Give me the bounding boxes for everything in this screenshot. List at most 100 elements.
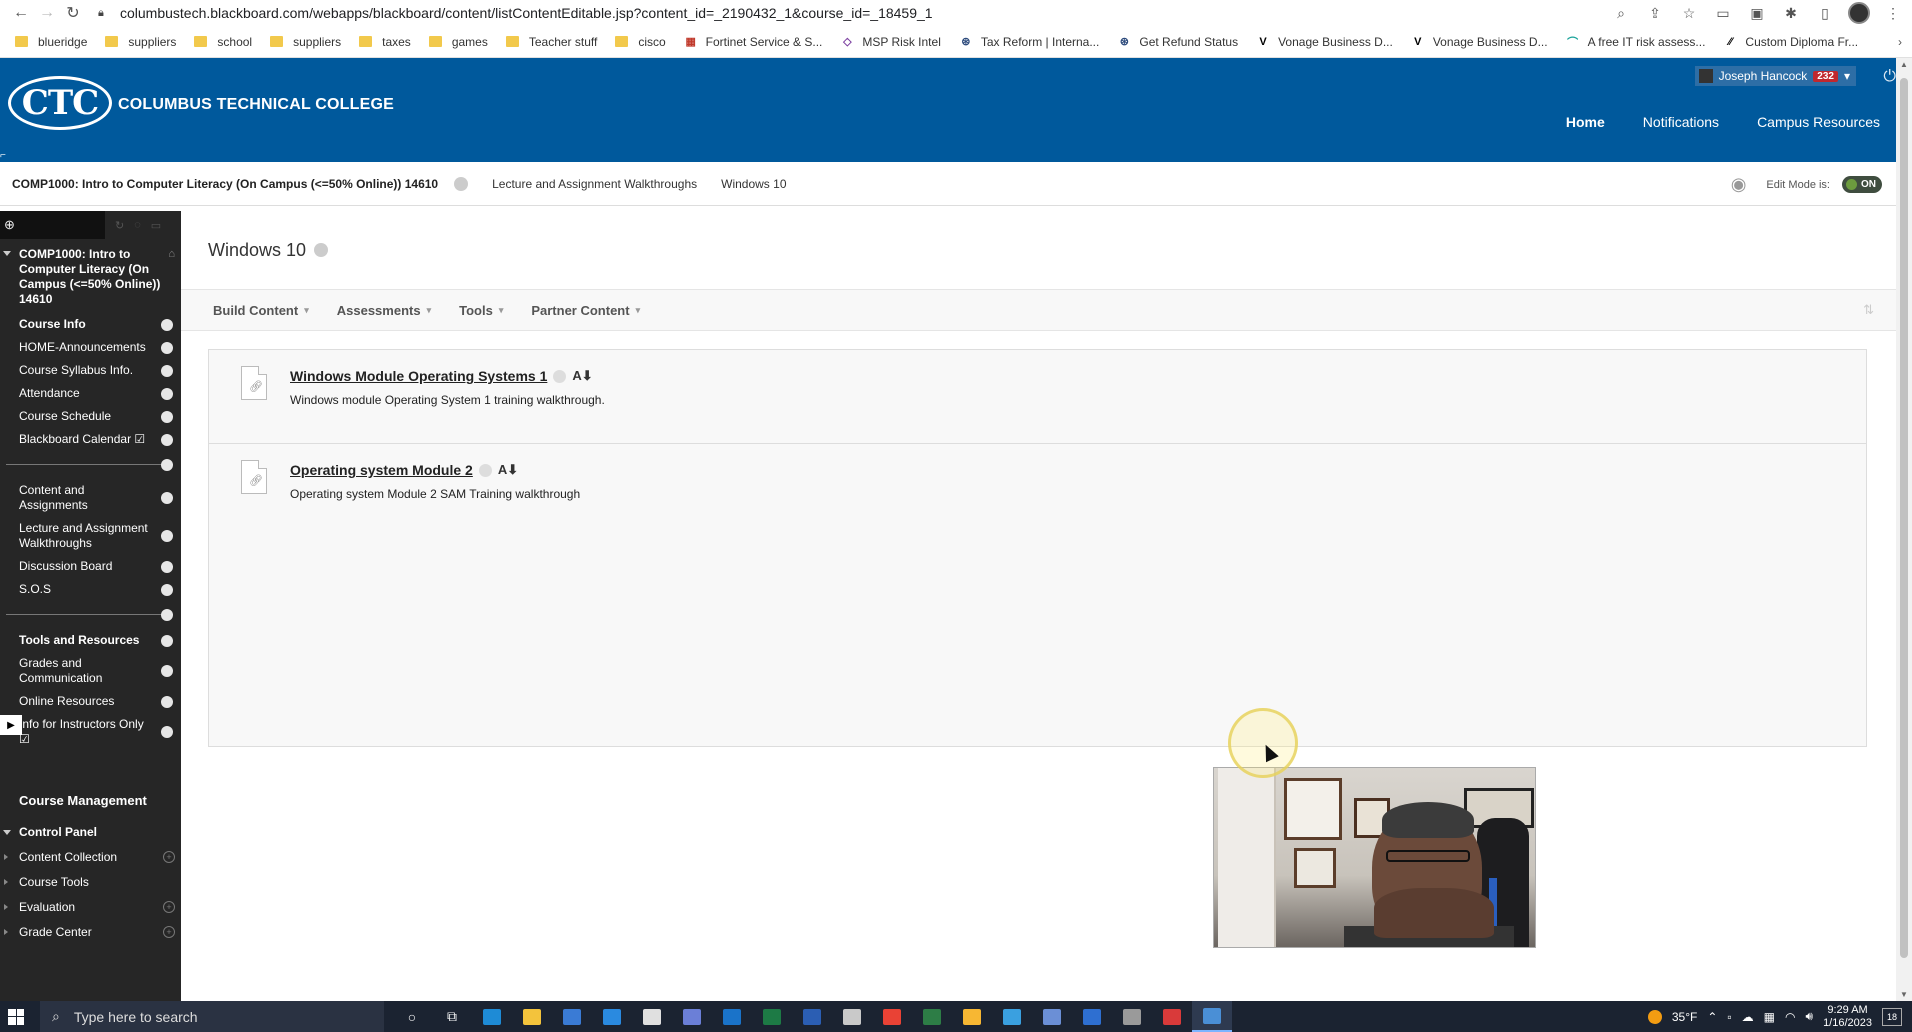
bookmarks-overflow-icon[interactable]: › [1898, 35, 1906, 49]
nav-notifications[interactable]: Notifications [1643, 114, 1719, 130]
item-options-icon[interactable] [161, 583, 173, 596]
bookmark-item[interactable]: taxes [350, 30, 420, 54]
item-options-icon[interactable] [161, 726, 173, 738]
tray-app-icon[interactable]: ▫ [1727, 1010, 1731, 1024]
sort-icon[interactable]: ⇅ [1863, 302, 1874, 318]
weather-app-icon[interactable] [952, 1001, 992, 1032]
bookmark-item[interactable]: ⊛ Tax Reform | Interna... [950, 30, 1109, 54]
zoom-icon[interactable]: ⌕ [1610, 5, 1632, 22]
teams-icon[interactable] [672, 1001, 712, 1032]
collapsed-triangle-icon[interactable] [4, 929, 8, 935]
edit-mode-toggle[interactable]: ON [1842, 176, 1882, 193]
scroll-thumb[interactable] [1900, 78, 1908, 958]
bookmark-item[interactable]: ⁄⁄ Custom Diploma Fr... [1714, 30, 1867, 54]
display-mode-icon[interactable]: ◌ [134, 219, 141, 231]
sidebar-item[interactable]: Attendance [0, 382, 181, 405]
content-item-title[interactable]: Operating system Module 2 [290, 462, 473, 478]
item-options-icon[interactable] [161, 492, 173, 504]
item-options-icon[interactable] [161, 459, 173, 471]
file-explorer-icon[interactable] [512, 1001, 552, 1032]
sidebar-item[interactable]: Tools and Resources [0, 629, 181, 652]
sidebar-item[interactable]: Content and Assignments [0, 479, 181, 517]
bookmark-item[interactable]: Teacher stuff [497, 30, 606, 54]
sidebar-item[interactable]: Grades and Communication [0, 652, 181, 690]
bookmark-item[interactable]: ⌒ A free IT risk assess... [1557, 30, 1715, 54]
app-icon[interactable] [832, 1001, 872, 1032]
action-menu-button[interactable]: Build Content ▾ [213, 303, 309, 318]
cortana-icon[interactable]: ○ [392, 1001, 432, 1032]
breadcrumb-course[interactable]: COMP1000: Intro to Computer Literacy (On… [12, 177, 438, 191]
bookmark-item[interactable]: suppliers [96, 30, 185, 54]
item-options-icon[interactable] [161, 410, 173, 423]
cast-icon[interactable]: ▭ [1712, 5, 1734, 22]
project-icon[interactable] [912, 1001, 952, 1032]
refresh-icon[interactable]: ↻ [115, 219, 124, 232]
bookmark-item[interactable]: ◇ MSP Risk Intel [831, 30, 949, 54]
volume-icon[interactable]: 🔊︎ [1806, 1009, 1814, 1024]
nav-campus-resources[interactable]: Campus Resources [1757, 114, 1880, 130]
tool-handle-icon[interactable]: ⌐ [0, 150, 6, 161]
taskbar-search[interactable]: ⌕ Type here to search [40, 1001, 384, 1032]
bookmark-item[interactable]: blueridge [6, 30, 96, 54]
control-panel-item[interactable]: Control Panel [0, 820, 181, 845]
edge-icon[interactable] [472, 1001, 512, 1032]
back-icon[interactable]: ← [8, 4, 34, 22]
scroll-down-icon[interactable]: ▼ [1900, 990, 1908, 999]
user-menu[interactable]: Joseph Hancock 232 ▾ [1694, 66, 1856, 86]
outlook-icon[interactable] [712, 1001, 752, 1032]
word-icon[interactable] [792, 1001, 832, 1032]
add-icon[interactable]: + [163, 901, 175, 913]
settings-icon[interactable] [1112, 1001, 1152, 1032]
item-options-icon[interactable] [553, 369, 567, 383]
item-options-icon[interactable] [161, 695, 173, 708]
start-button[interactable] [0, 1001, 32, 1032]
extensions-icon[interactable]: ✱ [1780, 5, 1802, 22]
item-options-icon[interactable] [161, 634, 173, 647]
scroll-up-icon[interactable]: ▲ [1900, 60, 1908, 69]
action-menu-button[interactable]: Tools ▾ [459, 303, 503, 318]
sidebar-item[interactable]: Info for Instructors Only ☑ ▶ [0, 713, 181, 751]
control-panel-item[interactable]: Content Collection + [0, 845, 181, 870]
url-field[interactable]: columbustech.blackboard.com/webapps/blac… [120, 5, 1610, 21]
ie-icon[interactable] [992, 1001, 1032, 1032]
item-options-icon[interactable] [161, 665, 173, 677]
screen-recorder-icon[interactable] [1192, 1001, 1232, 1032]
action-menu-button[interactable]: Partner Content ▾ [531, 303, 640, 318]
add-menu-item-icon[interactable]: ⊕ [0, 211, 105, 239]
alternative-formats-icon[interactable]: A⬇ [498, 462, 518, 478]
bookmark-item[interactable]: ▦ Fortinet Service & S... [675, 30, 832, 54]
expand-triangle-icon[interactable] [3, 830, 11, 835]
temperature[interactable]: 35°F [1672, 1010, 1697, 1024]
bookmark-item[interactable]: games [420, 30, 497, 54]
bookmark-item[interactable]: cisco [606, 30, 674, 54]
sidebar-item[interactable]: S.O.S [0, 578, 181, 601]
control-panel-item[interactable]: Course Tools [0, 870, 181, 895]
college-logo[interactable]: CTC [8, 76, 112, 130]
action-menu-button[interactable]: Assessments ▾ [337, 303, 431, 318]
network-icon[interactable]: ▦ [1764, 1010, 1775, 1024]
collapse-menu-icon[interactable]: ▶ [0, 715, 22, 735]
star-icon[interactable]: ☆ [1678, 5, 1700, 22]
course-menu-title[interactable]: COMP1000: Intro to Computer Literacy (On… [0, 239, 181, 313]
sidebar-item[interactable]: Course Syllabus Info. [0, 359, 181, 382]
bookmark-item[interactable]: suppliers [261, 30, 350, 54]
recorder-icon[interactable] [1152, 1001, 1192, 1032]
item-options-icon[interactable] [161, 364, 173, 377]
home-icon[interactable]: ⌂ [168, 247, 175, 262]
control-panel-item[interactable]: Evaluation + [0, 895, 181, 920]
window-icon[interactable]: ▭ [151, 219, 161, 232]
reload-icon[interactable]: ↻ [60, 3, 86, 23]
menu-icon[interactable]: ⋮ [1882, 5, 1904, 22]
student-preview-icon[interactable]: ◉ [1731, 174, 1747, 195]
excel-icon[interactable] [752, 1001, 792, 1032]
notification-center-icon[interactable]: 18 [1882, 1007, 1902, 1026]
collapsed-triangle-icon[interactable] [4, 879, 8, 885]
security-icon[interactable] [632, 1001, 672, 1032]
bookmark-item[interactable]: ⊛ Get Refund Status [1108, 30, 1247, 54]
expand-triangle-icon[interactable] [3, 251, 11, 256]
wifi-icon[interactable]: ◠ [1785, 1010, 1795, 1024]
share-icon[interactable]: ⇪ [1644, 5, 1666, 22]
chevron-up-icon[interactable]: ⌃ [1707, 1010, 1717, 1024]
add-icon[interactable]: + [163, 851, 175, 863]
sidebar-item[interactable]: Discussion Board [0, 555, 181, 578]
